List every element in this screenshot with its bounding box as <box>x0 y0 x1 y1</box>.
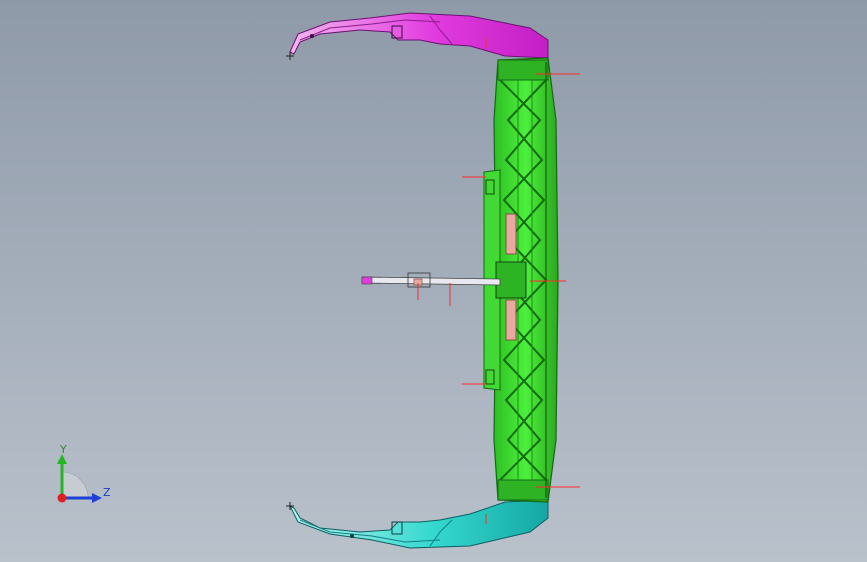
origin-dot <box>57 493 67 503</box>
bottom-arm[interactable] <box>286 499 549 549</box>
linkage-rod[interactable] <box>361 272 501 288</box>
y-axis-label: Y <box>60 443 67 456</box>
z-axis-label: Z <box>103 486 111 499</box>
graphics-viewport[interactable]: Y Z <box>0 0 867 562</box>
cad-model[interactable] <box>0 0 867 562</box>
orientation-triad: Y Z <box>48 440 118 510</box>
axis-triad-graphic <box>57 454 102 503</box>
top-arm[interactable] <box>286 12 549 60</box>
